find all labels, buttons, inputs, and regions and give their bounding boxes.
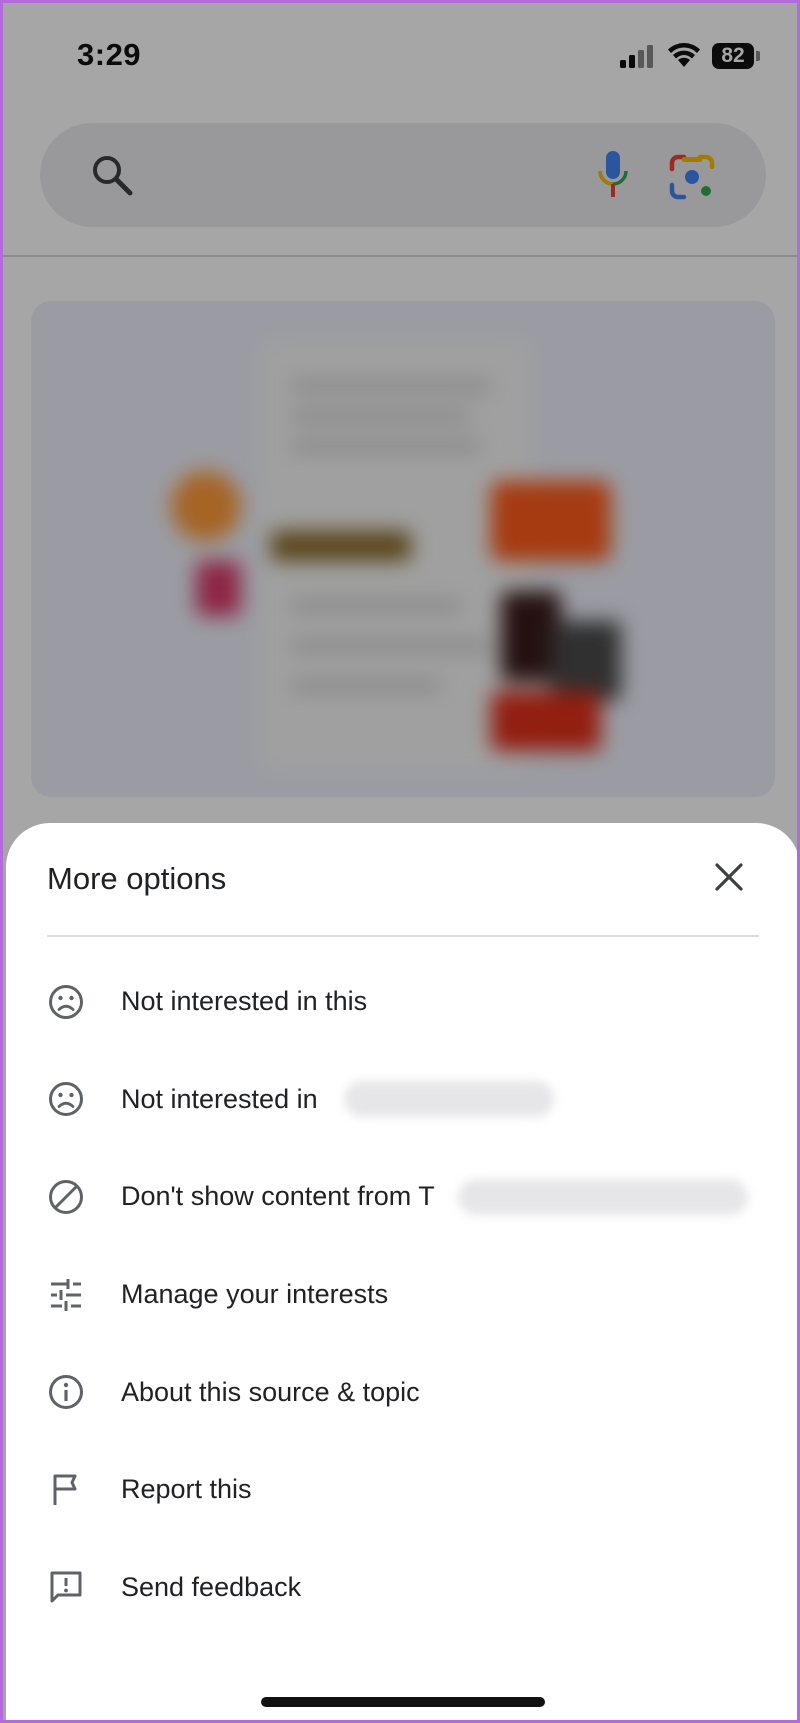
sad-face-icon (46, 982, 86, 1022)
menu-item-label: Not interested in this (121, 986, 368, 1017)
options-menu: Not interested in this Not interested in (6, 953, 797, 1637)
menu-item-label: Send feedback (121, 1571, 302, 1602)
block-icon (46, 1177, 86, 1217)
flag-icon (46, 1470, 86, 1510)
redacted-source-name (344, 1081, 554, 1118)
sad-face-icon (46, 1079, 86, 1119)
tune-icon (46, 1275, 86, 1315)
sheet-divider (47, 935, 759, 937)
menu-item-manage-interests[interactable]: Manage your interests (6, 1246, 797, 1344)
menu-item-label: Report this (121, 1474, 252, 1505)
menu-item-not-interested-this[interactable]: Not interested in this (6, 953, 797, 1051)
info-icon (46, 1372, 86, 1412)
feedback-icon (46, 1567, 86, 1607)
menu-item-label: Manage your interests (121, 1279, 389, 1310)
redacted-publisher-name (458, 1178, 748, 1215)
close-button[interactable] (709, 857, 749, 897)
screen-frame: 3:29 82 More options Not interested in t… (0, 0, 800, 1723)
menu-item-dont-show-content[interactable]: Don't show content from T (6, 1148, 797, 1246)
menu-item-report[interactable]: Report this (6, 1441, 797, 1539)
close-icon[interactable] (714, 862, 744, 892)
menu-item-label: About this source & topic (121, 1376, 420, 1407)
menu-item-label: Not interested in (121, 1083, 318, 1114)
menu-item-not-interested-source[interactable]: Not interested in (6, 1051, 797, 1149)
menu-item-label: Don't show content from T (121, 1181, 435, 1212)
more-options-sheet: More options Not interested in this Not … (6, 823, 797, 1720)
sheet-title: More options (47, 861, 227, 896)
menu-item-about-source[interactable]: About this source & topic (6, 1343, 797, 1441)
home-indicator[interactable] (261, 1697, 545, 1707)
menu-item-send-feedback[interactable]: Send feedback (6, 1539, 797, 1637)
